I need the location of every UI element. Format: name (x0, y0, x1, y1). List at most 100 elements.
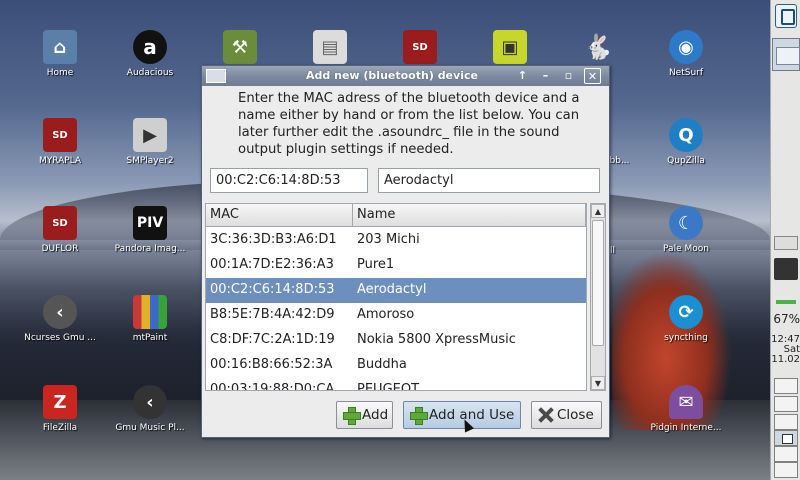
scrollbar-thumb[interactable] (592, 220, 604, 346)
network-disconnected-icon[interactable] (774, 258, 798, 280)
desktop-icon-myrapla[interactable]: SD MYRAPLA (15, 118, 105, 166)
maximize-icon[interactable]: ▫ (560, 68, 577, 84)
desktop-icon-qupzilla[interactable]: Q QupZilla (641, 118, 731, 166)
scroll-up-icon[interactable]: ▲ (591, 204, 605, 218)
desktop-icon-tools[interactable]: ⚒ (195, 30, 285, 64)
desktop-icon-ncurses-gmu[interactable]: ‹ Ncurses Gmu ... (15, 295, 105, 343)
battery-percent: 67% (773, 312, 800, 326)
partial-icon-label: ll (610, 246, 616, 256)
clock-date: 11.02 (771, 354, 800, 365)
sd-card-icon: SD (403, 30, 437, 64)
workspace-1[interactable] (774, 378, 798, 394)
column-header-name[interactable]: Name (353, 204, 586, 227)
rabbit-icon: 🐇 (583, 33, 613, 61)
row-mac: 00:1A:7D:E2:36:A3 (210, 257, 334, 272)
row-name: Aerodactyl (357, 282, 427, 297)
desktop-icon-mtpaint[interactable]: mtPaint (105, 295, 195, 343)
column-header-mac[interactable]: MAC (206, 204, 353, 227)
desktop-icon-home[interactable]: ⌂ Home (15, 30, 105, 78)
workspace-5[interactable] (774, 446, 798, 462)
device-list[interactable]: MAC Name 3C:36:3D:B3:A6:D1 203 Michi 00:… (205, 203, 587, 391)
workspace-6[interactable] (774, 462, 798, 478)
taskbar-window-button[interactable] (772, 38, 800, 71)
table-row[interactable]: 00:1A:7D:E2:36:A3 Pure1 (206, 253, 586, 278)
desktop-icon-netsurf[interactable]: ◉ NetSurf (641, 30, 731, 78)
workspace-4[interactable] (774, 430, 798, 446)
desktop-icon-sd-card[interactable]: SD (375, 30, 465, 64)
desktop-icon-pidgin[interactable]: ✉ Pidgin Interne... (641, 385, 731, 433)
row-mac: 00:16:B8:66:52:3A (210, 357, 333, 372)
dialog-title: Add new (bluetooth) device (306, 69, 478, 82)
window-menu-icon[interactable] (206, 69, 226, 83)
desktop-icon-filezilla[interactable]: Z FileZilla (15, 385, 105, 433)
table-row[interactable]: C8:DF:7C:2A:1D:19 Nokia 5800 XpressMusic (206, 328, 586, 353)
add-button[interactable]: Add (336, 401, 393, 429)
tools-icon: ⚒ (223, 30, 257, 64)
palemoon-icon: ☾ (669, 206, 703, 240)
smplayer-icon: ▶ (133, 118, 167, 152)
document-icon: ▤ (313, 30, 347, 64)
row-mac: 00:C2:C6:14:8D:53 (210, 282, 335, 297)
table-row[interactable]: 00:16:B8:66:52:3A Buddha (206, 353, 586, 378)
battery-icon (776, 300, 796, 304)
desktop-icon-duflor[interactable]: SD DUFLOR (15, 206, 105, 254)
list-scrollbar[interactable]: ▲ ▼ (590, 203, 606, 391)
close-button[interactable]: Close (531, 401, 602, 429)
row-name: Pure1 (357, 257, 395, 272)
device-name-field[interactable]: Aerodactyl (378, 168, 600, 193)
row-mac: 3C:36:3D:B3:A6:D1 (210, 232, 337, 247)
sd-card-icon: SD (43, 118, 77, 152)
bluetooth-off-icon[interactable] (774, 236, 798, 250)
home-folder-icon: ⌂ (43, 30, 77, 64)
minimize-icon[interactable]: – (537, 68, 554, 84)
netsurf-icon: ◉ (669, 30, 703, 64)
gameboy-icon: ▣ (493, 30, 527, 64)
desktop-icon-pale-moon[interactable]: ☾ Pale Moon (641, 206, 731, 254)
pencils-icon (133, 295, 167, 329)
desktop-icon-document[interactable]: ▤ (285, 30, 375, 64)
pidgin-icon: ✉ (669, 385, 703, 419)
workspace-2[interactable] (774, 396, 798, 412)
close-icon[interactable]: ✕ (584, 68, 601, 84)
add-bluetooth-device-dialog: Add new (bluetooth) device ↑ – ▫ ✕ Enter… (201, 65, 610, 438)
syncthing-icon: ⟳ (669, 295, 703, 329)
qupzilla-icon: Q (669, 118, 703, 152)
table-row[interactable]: 3C:36:3D:B3:A6:D1 203 Michi (206, 228, 586, 253)
desktop-icon-audacious[interactable]: a Audacious (105, 30, 195, 78)
workspace-3[interactable] (774, 414, 798, 430)
row-mac: 00:03:19:88:D0:CA (210, 382, 335, 391)
filezilla-icon: Z (43, 385, 77, 419)
dialog-description: Enter the MAC adress of the bluetooth de… (238, 91, 580, 157)
right-panel: 67% 12:47 Sat 11.02 (770, 0, 800, 480)
plus-icon (342, 406, 361, 425)
piv-icon: PIV (133, 206, 167, 240)
desktop-icon-smplayer2[interactable]: ▶ SMPlayer2 (105, 118, 195, 166)
gmu-icon: ‹ (133, 385, 167, 419)
sd-card-icon: SD (43, 206, 77, 240)
row-mac: B8:5E:7B:4A:42:D9 (210, 307, 335, 322)
menu-logo-icon[interactable] (775, 4, 797, 28)
row-name: PEUGEOT (357, 382, 420, 391)
desktop-icon-gmu-music-player[interactable]: ‹ Gmu Music Pl... (105, 385, 195, 433)
plus-icon (409, 406, 428, 425)
table-row[interactable]: 00:03:19:88:D0:CA PEUGEOT (206, 378, 586, 391)
table-row[interactable]: B8:5E:7B:4A:42:D9 Amoroso (206, 303, 586, 328)
row-name: 203 Michi (357, 232, 420, 247)
desktop-icon-syncthing[interactable]: ⟳ syncthing (641, 295, 731, 343)
table-row-selected[interactable]: 00:C2:C6:14:8D:53 Aerodactyl (206, 278, 586, 303)
row-mac: C8:DF:7C:2A:1D:19 (210, 332, 335, 347)
row-name: Nokia 5800 XpressMusic (357, 332, 516, 347)
desktop-icon-rabbit[interactable]: 🐇 (553, 30, 643, 64)
desktop-icon-gameboy[interactable]: ▣ (465, 30, 555, 64)
dialog-titlebar[interactable]: Add new (bluetooth) device ↑ – ▫ ✕ (202, 66, 609, 86)
row-name: Buddha (357, 357, 407, 372)
audacious-icon: a (133, 30, 167, 64)
row-name: Amoroso (357, 307, 415, 322)
device-list-header: MAC Name (206, 204, 586, 227)
mac-address-field[interactable]: 00:C2:C6:14:8D:53 (210, 168, 368, 193)
shade-up-icon[interactable]: ↑ (514, 68, 531, 84)
desktop-icon-pandora-image-viewer[interactable]: PIV Pandora Imag... (105, 206, 195, 254)
gmu-icon: ‹ (43, 295, 77, 329)
scroll-down-icon[interactable]: ▼ (591, 376, 605, 390)
close-icon (537, 406, 555, 424)
